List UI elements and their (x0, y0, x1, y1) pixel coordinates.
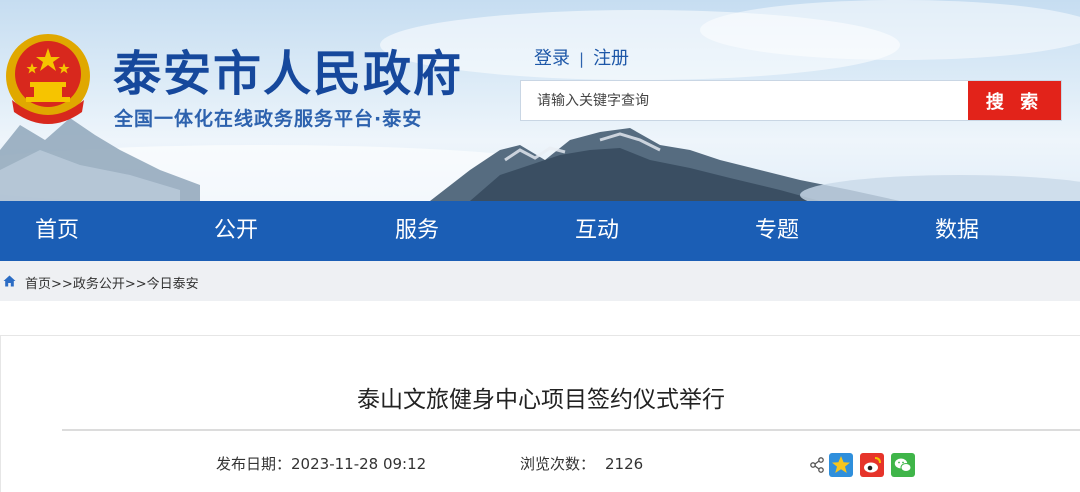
views-meta: 浏览次数： 2126 (520, 453, 643, 474)
title-divider (62, 429, 1080, 431)
publish-date-value: 2023-11-28 09:12 (291, 455, 427, 473)
breadcrumb-trail: 首页>>政务公开>>今日泰安 (25, 273, 199, 292)
breadcrumb: 首页>>政务公开>>今日泰安 (0, 261, 1080, 301)
breadcrumb-today-taian[interactable]: 今日泰安 (147, 277, 199, 292)
site-header: 泰安市人民政府 全国一体化在线政务服务平台·泰安 登录 | 注册 搜 索 (0, 0, 1080, 201)
national-emblem-logo (6, 34, 90, 124)
publish-date-meta: 发布日期：2023-11-28 09:12 (216, 453, 426, 474)
wechat-icon[interactable] (891, 453, 915, 477)
breadcrumb-home[interactable]: 首页 (25, 277, 51, 292)
site-subtitle: 全国一体化在线政务服务平台·泰安 (114, 108, 423, 130)
login-link[interactable]: 登录 (534, 48, 570, 69)
qzone-icon[interactable] (829, 453, 853, 477)
auth-separator: | (579, 50, 585, 68)
views-label: 浏览次数： (520, 455, 596, 473)
article-panel: 泰山文旅健身中心项目签约仪式举行 发布日期：2023-11-28 09:12 浏… (0, 335, 1080, 492)
nav-item-topics[interactable]: 专题 (755, 201, 799, 261)
share-icon (810, 457, 824, 473)
home-icon (3, 275, 16, 287)
weibo-icon[interactable] (860, 453, 884, 477)
main-nav: 首页 公开 服务 互动 专题 数据 (0, 201, 1080, 261)
search-bar: 搜 索 (520, 80, 1062, 121)
nav-item-public[interactable]: 公开 (214, 201, 258, 261)
views-count: 2126 (605, 455, 644, 473)
share-bar (809, 452, 922, 478)
nav-item-interaction[interactable]: 互动 (575, 201, 619, 261)
article-title: 泰山文旅健身中心项目签约仪式举行 (357, 387, 725, 413)
search-button[interactable]: 搜 索 (968, 81, 1061, 120)
publish-date-label: 发布日期： (216, 455, 292, 473)
breadcrumb-public[interactable]: 政务公开 (73, 277, 125, 292)
nav-item-home[interactable]: 首页 (35, 201, 79, 261)
register-link[interactable]: 注册 (593, 48, 629, 69)
site-title: 泰安市人民政府 (113, 46, 464, 102)
breadcrumb-separator: >> (51, 277, 73, 292)
breadcrumb-separator: >> (124, 277, 147, 292)
search-input[interactable] (521, 81, 968, 120)
nav-item-service[interactable]: 服务 (395, 201, 439, 261)
nav-item-data[interactable]: 数据 (935, 201, 979, 261)
auth-links: 登录 | 注册 (534, 44, 629, 70)
